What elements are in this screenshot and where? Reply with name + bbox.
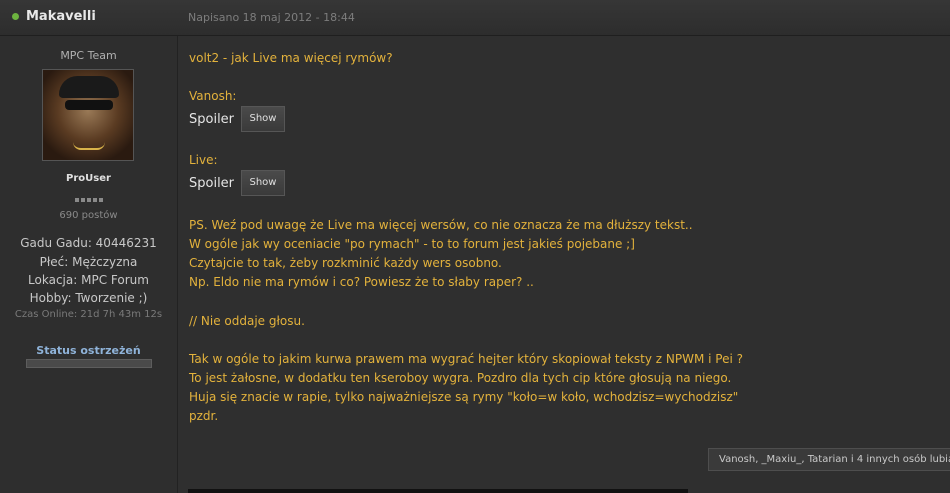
post-body: volt2 - jak Live ma więcej rymów? Vanosh… — [178, 36, 950, 493]
avatar-chain-shape — [73, 142, 105, 150]
post-text-line: pzdr. — [189, 409, 219, 423]
warning-status-link[interactable]: Status ostrzeżeń — [0, 344, 177, 357]
post-author-name[interactable]: Makavelli — [26, 9, 96, 24]
author-online-time: Czas Online: 21d 7h 43m 12s — [14, 309, 163, 320]
spoiler-show-button[interactable]: Show — [241, 170, 285, 196]
author-sidebar: MPC Team ProUser 690 postów Gadu Gadu: 4… — [0, 36, 178, 493]
post-text-line: PS. Weź pod uwagę że Live ma więcej wers… — [189, 218, 693, 232]
post-date: Napisano 18 maj 2012 - 18:44 — [188, 11, 355, 24]
author-field-gender: Płeć: Mężczyzna — [39, 255, 138, 269]
author-field-location: Lokacja: MPC Forum — [28, 273, 149, 287]
post-text-line: Huja się znacie w rapie, tylko najważnie… — [189, 390, 739, 404]
avatar-glasses-shape — [65, 100, 113, 110]
spoiler-title: Spoiler — [189, 176, 235, 191]
warning-status-bar — [26, 359, 152, 368]
author-rank: ProUser — [66, 173, 111, 184]
spoiler-title: Spoiler — [189, 112, 235, 127]
post-text-line: To jest żałosne, w dodatku ten kseroboy … — [189, 371, 732, 385]
author-post-count: 690 postów — [59, 210, 118, 221]
author-field-hobby: Hobby: Tworzenie ;) — [29, 291, 148, 305]
author-field-gadu: Gadu Gadu: 40446231 — [20, 236, 157, 250]
spoiler-label-live: Live: — [189, 153, 218, 167]
spoiler-label-vanosh: Vanosh: — [189, 89, 237, 103]
post-footer-bar — [188, 489, 688, 493]
post-header: Makavelli Napisano 18 maj 2012 - 18:44 — [0, 0, 950, 36]
post-vote-line: // Nie oddaje głosu. — [189, 314, 305, 328]
post-text-line: W ogóle jak wy oceniacie "po rymach" - t… — [189, 237, 635, 251]
likes-summary[interactable]: Vanosh, _Maxiu_, Tatarian i 4 innych osó… — [708, 448, 950, 471]
rank-pips — [0, 191, 177, 202]
avatar[interactable] — [42, 69, 134, 161]
spoiler-show-button[interactable]: Show — [241, 106, 285, 132]
author-group: MPC Team — [60, 49, 117, 62]
post-text-line: Czytajcie to tak, żeby rozkminić każdy w… — [189, 256, 502, 270]
post-question: volt2 - jak Live ma więcej rymów? — [189, 51, 393, 65]
avatar-cap-shape — [59, 76, 119, 98]
post-text-line: Np. Eldo nie ma rymów i co? Powiesz że t… — [189, 275, 534, 289]
post-text-line: Tak w ogóle to jakim kurwa prawem ma wyg… — [189, 352, 743, 366]
online-status-icon — [12, 13, 19, 20]
